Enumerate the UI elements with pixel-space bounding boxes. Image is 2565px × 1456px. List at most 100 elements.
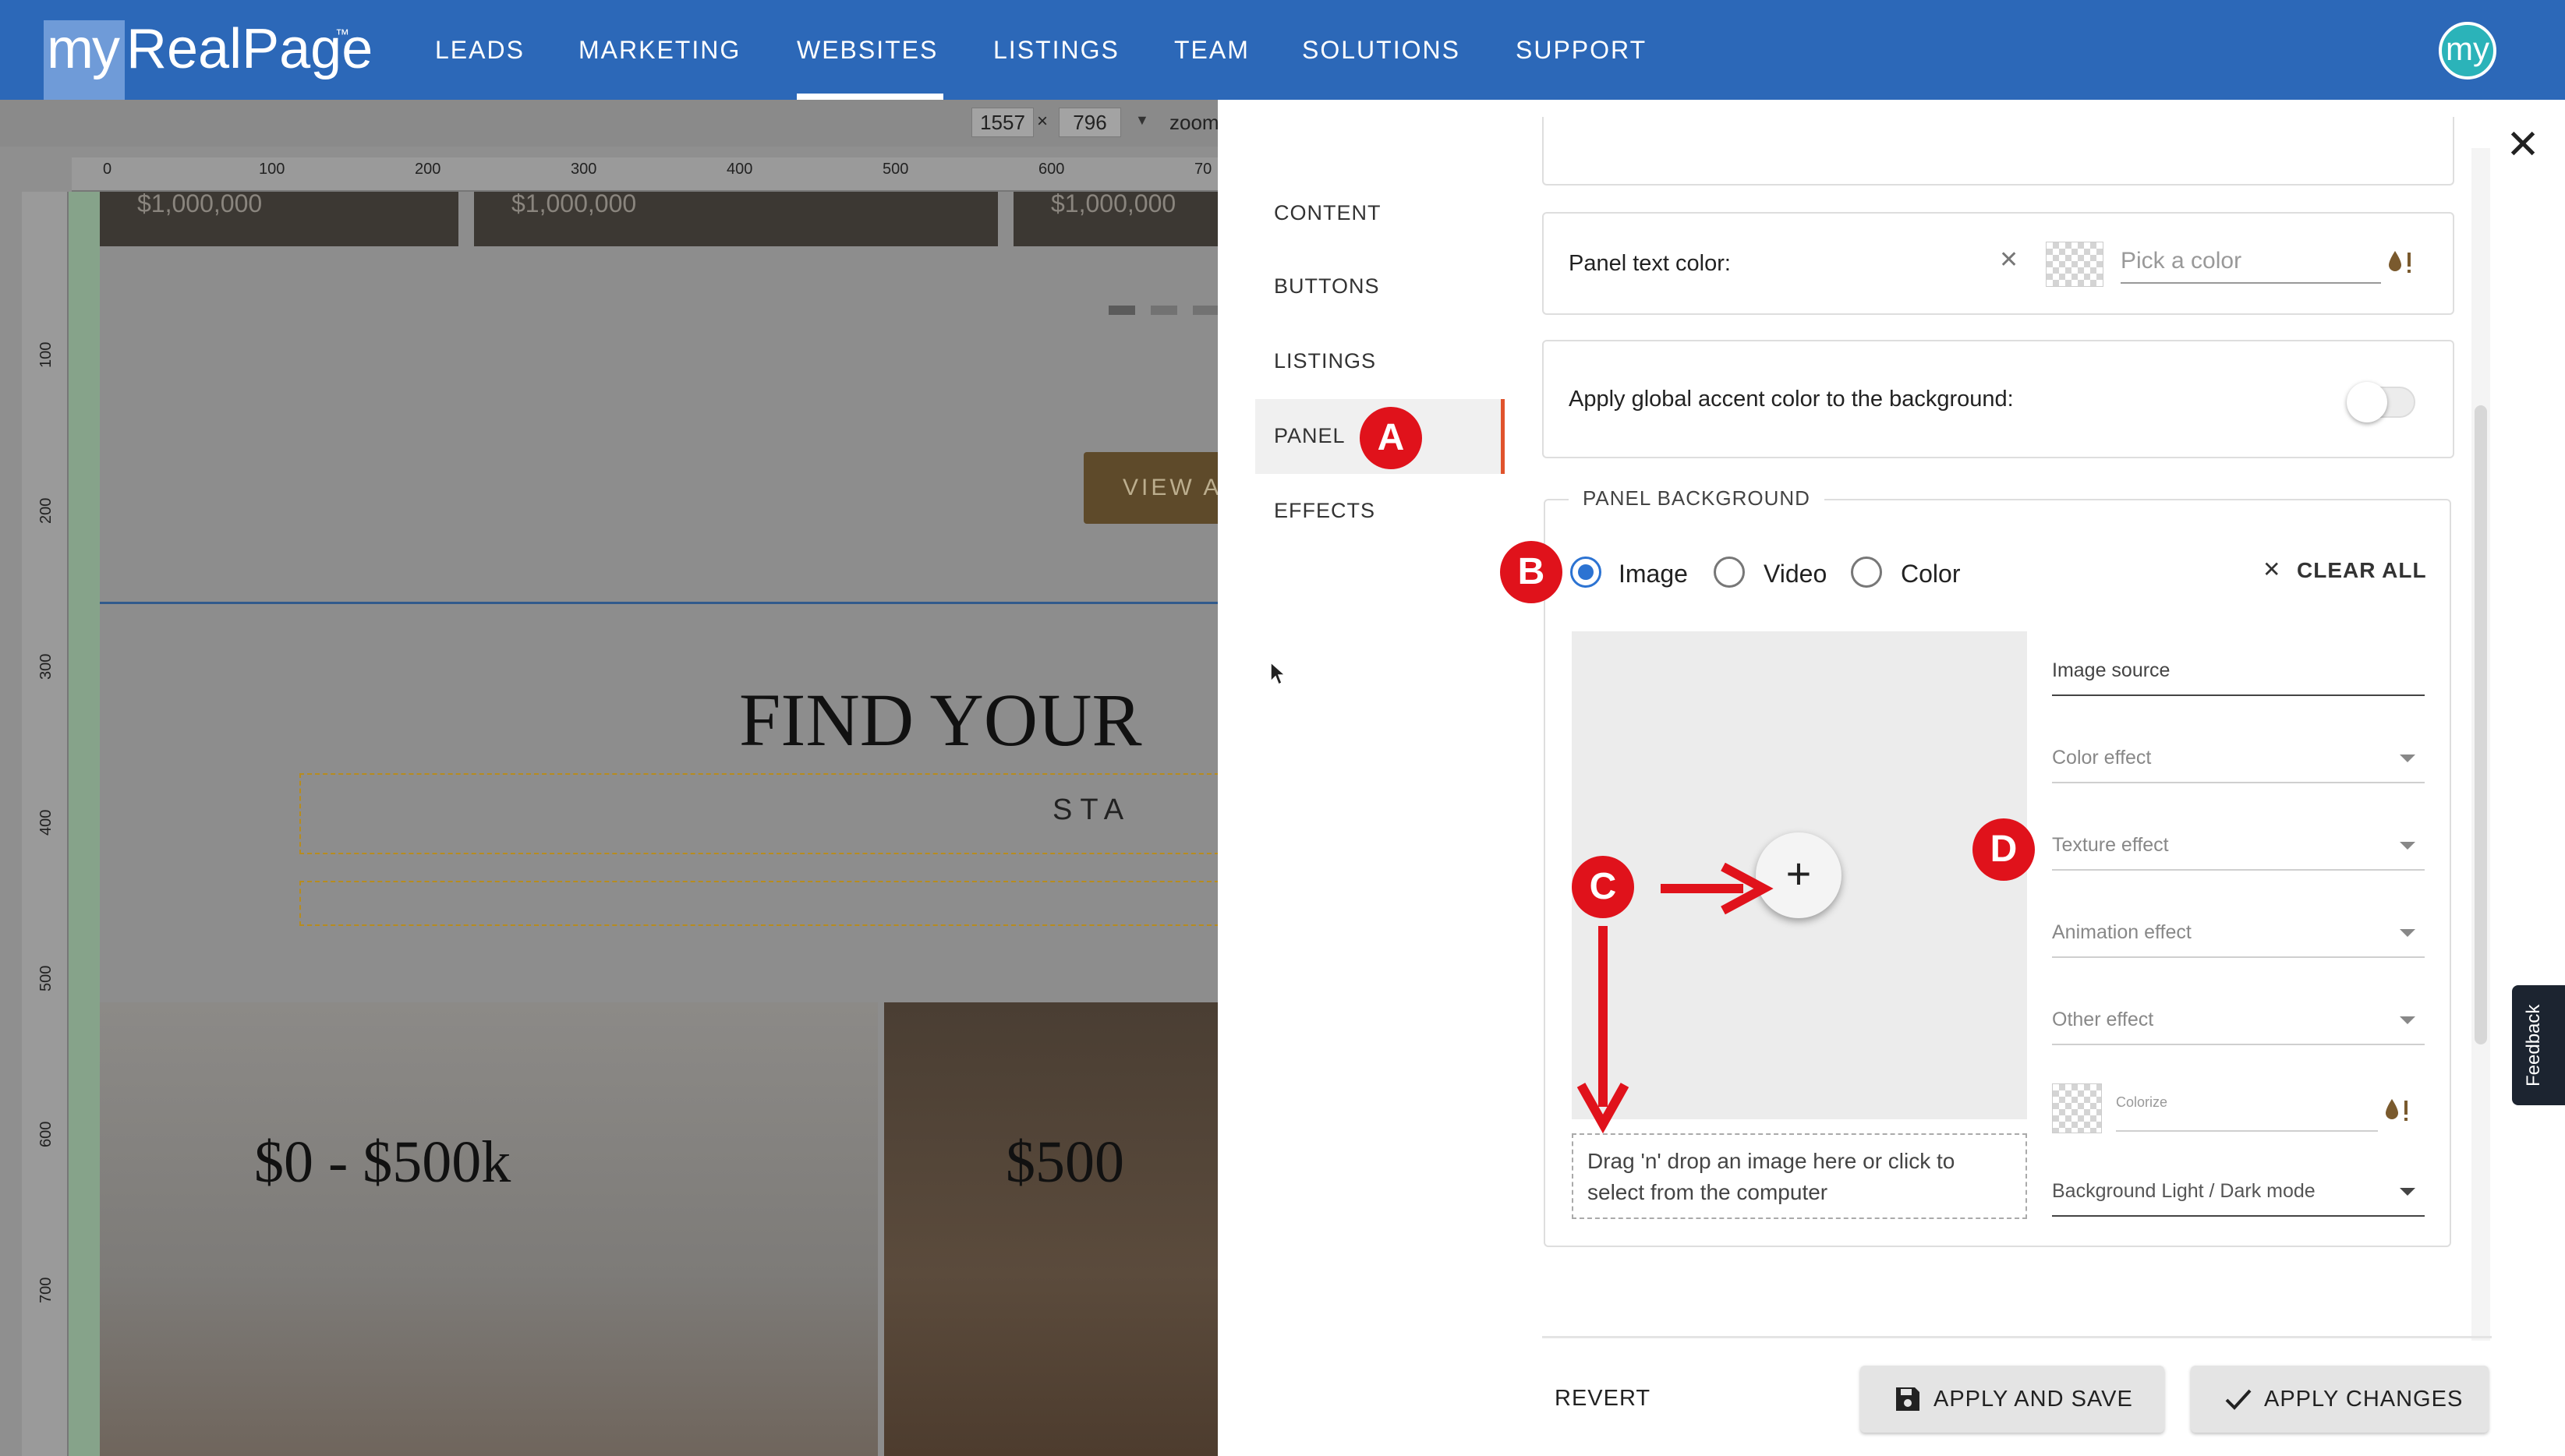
apply-and-save-button[interactable]: APPLY AND SAVE [1860,1366,2164,1433]
view-all-button[interactable]: VIEW A [1084,452,1218,524]
listing-thumbnail[interactable]: $1,000,000 [1014,189,1218,246]
carousel-dot[interactable] [1193,306,1218,315]
texture-effect-select[interactable]: Texture effect [2052,834,2425,871]
dropdown-caret-icon [2400,842,2415,850]
canvas-margin-guide [69,192,100,1456]
dropdown-caret-icon [2400,929,2415,937]
horizontal-ruler: 0 100 200 300 400 500 600 70 [72,157,1218,192]
animation-effect-select[interactable]: Animation effect [2052,921,2425,958]
logo-trademark: ™ [335,27,349,42]
ruler-tick: 300 [37,653,55,680]
pick-color-input[interactable]: Pick a color [2121,248,2381,284]
radio-color[interactable] [1851,557,1882,588]
annotation-badge-c: C [1572,856,1634,918]
listing-thumbnail[interactable]: $1,000,000 [100,189,458,246]
radio-video-label[interactable]: Video [1764,560,1827,588]
ruler-tick: 600 [1038,161,1065,178]
zoom-label[interactable]: zoom [1169,111,1218,135]
listing-price: $1,000,000 [1051,189,1176,217]
top-navigation-bar: my RealPage ™ LEADS MARKETING WEBSITES L… [0,0,2565,100]
radio-image[interactable] [1570,557,1601,588]
revert-button[interactable]: REVERT [1555,1386,1650,1412]
price-range-label: $500 [1006,1129,1124,1195]
apply-changes-label: APPLY CHANGES [2264,1387,2464,1412]
annotation-badge-a: A [1360,407,1422,469]
feedback-label[interactable]: Feedback [2523,1005,2545,1087]
animation-effect-label: Animation effect [2052,921,2192,943]
canvas-width-input[interactable]: 1557 [971,108,1034,137]
footer-divider [1542,1336,2492,1338]
user-avatar[interactable]: my [2439,22,2496,80]
colorize-label: Colorize [2116,1094,2168,1110]
colorize-input[interactable] [2116,1130,2378,1132]
close-icon[interactable]: ✕ [2500,122,2546,168]
save-icon [1896,1387,1919,1411]
panel-scrollbar-thumb[interactable] [2475,405,2487,1044]
nav-marketing[interactable]: MARKETING [578,36,741,65]
ruler-tick: 600 [37,1121,55,1147]
tab-effects[interactable]: EFFECTS [1274,499,1375,523]
annotation-badge-b: B [1500,541,1562,603]
color-effect-label: Color effect [2052,747,2152,769]
listing-thumbnail[interactable]: $1,000,000 [474,189,998,246]
apply-and-save-label: APPLY AND SAVE [1933,1387,2133,1412]
tab-buttons[interactable]: BUTTONS [1274,274,1380,299]
nav-listings[interactable]: LISTINGS [993,36,1120,65]
website-preview[interactable]: $1,000,000 $1,000,000 $1,000,000 VIEW A [100,189,1218,1456]
vertical-ruler: 100 200 300 400 500 600 700 [22,192,69,1456]
size-separator: × [1037,111,1049,132]
accent-color-card: Apply global accent color to the backgro… [1542,340,2454,458]
ruler-tick: 0 [103,161,112,178]
accent-toggle-knob[interactable] [2347,382,2387,422]
radio-color-label[interactable]: Color [1901,560,1960,588]
nav-leads[interactable]: LEADS [435,36,525,65]
color-swatch[interactable] [2046,242,2103,287]
nav-solutions[interactable]: SOLUTIONS [1302,36,1460,65]
tab-content[interactable]: CONTENT [1274,201,1382,225]
ruler-tick: 400 [37,809,55,836]
price-range-label: $0 - $500k [254,1129,511,1195]
clear-all-button[interactable]: CLEAR ALL [2297,558,2427,583]
panel-background-legend: PANEL BACKGROUND [1569,486,1824,511]
nav-support[interactable]: SUPPORT [1516,36,1647,65]
page-editor-canvas: 1557 × 796 ▼ zoom 0 100 200 300 400 500 … [0,100,1218,1456]
light-dark-mode-label: Background Light / Dark mode [2052,1180,2316,1202]
logo-prefix: my [47,18,120,80]
light-dark-mode-select[interactable]: Background Light / Dark mode [2052,1180,2425,1217]
canvas-height-input[interactable]: 796 [1059,108,1121,137]
tab-listings[interactable]: LISTINGS [1274,349,1376,373]
tab-panel[interactable]: PANEL [1274,424,1346,448]
subheadline-frame[interactable] [299,881,1218,926]
carousel-dot[interactable] [1151,306,1177,315]
other-effect-select[interactable]: Other effect [2052,1009,2425,1045]
nav-team[interactable]: TEAM [1174,36,1250,65]
carousel-dot-active[interactable] [1109,306,1135,315]
accent-toggle-label: Apply global accent color to the backgro… [1569,387,2014,412]
dropdown-caret-icon [2400,755,2415,762]
previous-setting-card [1542,117,2454,186]
clear-color-icon[interactable]: ✕ [1999,246,2018,274]
eyedropper-icon[interactable] [2386,248,2414,276]
clear-all-icon[interactable]: ✕ [2263,557,2280,582]
zoom-caret-icon[interactable]: ▼ [1135,112,1149,129]
headline-text: FIND YOUR [739,678,1142,762]
mouse-cursor-icon [1270,661,1286,686]
colorize-swatch[interactable] [2052,1083,2102,1133]
add-image-button[interactable]: + [1756,832,1841,918]
apply-changes-button[interactable]: APPLY CHANGES [2191,1366,2489,1433]
price-range-image[interactable] [100,1002,878,1456]
nav-websites[interactable]: WEBSITES [797,36,938,65]
color-effect-select[interactable]: Color effect [2052,747,2425,783]
ruler-tick: 100 [37,341,55,368]
price-range-image[interactable] [884,1002,1218,1456]
eyedropper-icon[interactable] [2383,1096,2411,1124]
check-icon [2225,1389,2252,1410]
active-nav-underline [797,94,943,100]
radio-image-label[interactable]: Image [1619,560,1688,588]
other-effect-label: Other effect [2052,1009,2154,1030]
radio-video[interactable] [1714,557,1745,588]
image-source-field[interactable]: Image source [2052,659,2425,696]
image-drop-zone[interactable]: Drag 'n' drop an image here or click to … [1572,1133,2027,1219]
listing-price: $1,000,000 [511,189,637,217]
dropdown-caret-icon [2400,1016,2415,1024]
